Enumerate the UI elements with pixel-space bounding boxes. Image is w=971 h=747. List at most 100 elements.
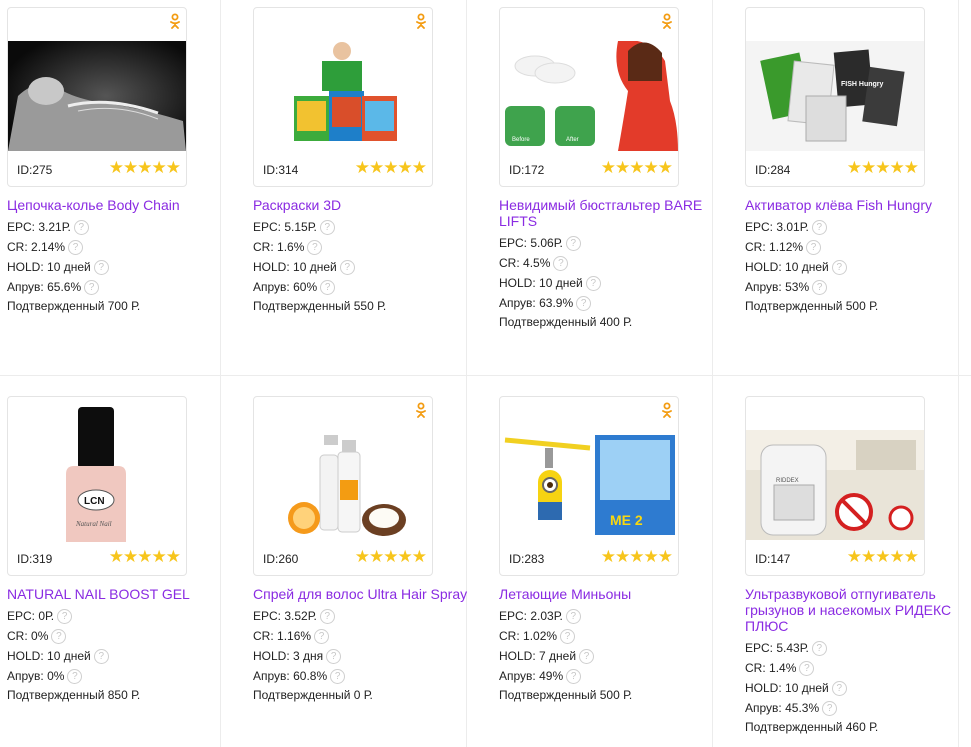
- offer-thumbnail[interactable]: LCN Natural Nail ID:319 ★★★★★: [7, 396, 187, 576]
- help-icon[interactable]: ?: [553, 255, 569, 271]
- help-icon[interactable]: ?: [799, 660, 815, 676]
- confirmed-label: Подтвержденный: [745, 720, 843, 734]
- help-icon[interactable]: ?: [314, 628, 330, 644]
- help-icon[interactable]: ?: [585, 275, 601, 291]
- offer-card[interactable]: RIDDEX ID:147 ★★★★★ Ультразвуковой отпуг…: [745, 396, 971, 736]
- odnoklassniki-icon[interactable]: [169, 13, 181, 29]
- approve-value: 65.6%: [47, 280, 82, 294]
- rating-stars: ★★★★★: [108, 547, 181, 566]
- approve-value: 45.3%: [785, 701, 820, 715]
- confirmed-value: 0 Р.: [353, 688, 373, 702]
- offer-card[interactable]: LCN Natural Nail ID:319 ★★★★★ NATURAL NA…: [7, 396, 247, 704]
- help-icon[interactable]: ?: [330, 668, 346, 684]
- offer-thumbnail[interactable]: Before After ID:172 ★★★★★: [499, 7, 679, 187]
- svg-text:Before: Before: [512, 137, 530, 143]
- help-icon[interactable]: ?: [319, 219, 335, 235]
- rating-stars: ★★★★★: [108, 158, 181, 177]
- offer-title-link[interactable]: Активатор клёва Fish Hungry: [745, 197, 965, 213]
- help-icon[interactable]: ?: [93, 648, 109, 664]
- epc-value: 5.15Р.: [284, 220, 317, 234]
- hold-label: HOLD:: [499, 649, 536, 663]
- offer-thumbnail[interactable]: ME 2 ID:283 ★★★★★: [499, 396, 679, 576]
- hold-label: HOLD:: [745, 260, 782, 274]
- offer-thumbnail[interactable]: ID:275 ★★★★★: [7, 7, 187, 187]
- odnoklassniki-icon[interactable]: [661, 402, 673, 418]
- offer-title-link[interactable]: Спрей для волос Ultra Hair Spray: [253, 586, 473, 602]
- svg-text:LCN: LCN: [84, 496, 105, 507]
- help-icon[interactable]: ?: [822, 700, 838, 716]
- approve-label: Апрув:: [499, 296, 536, 310]
- offer-thumbnail[interactable]: RIDDEX ID:147 ★★★★★: [745, 396, 925, 576]
- help-icon[interactable]: ?: [812, 279, 828, 295]
- epc-value: 5.06Р.: [530, 236, 563, 250]
- offer-card[interactable]: FISH Hungry ID:284 ★★★★★ Активатор клёва…: [745, 7, 971, 315]
- help-icon[interactable]: ?: [73, 219, 89, 235]
- help-icon[interactable]: ?: [51, 628, 67, 644]
- offer-thumbnail[interactable]: ID:260 ★★★★★: [253, 396, 433, 576]
- help-icon[interactable]: ?: [320, 279, 336, 295]
- cr-value: 1.4%: [769, 661, 797, 675]
- approve-label: Апрув:: [745, 701, 782, 715]
- offer-thumbnail[interactable]: FISH Hungry ID:284 ★★★★★: [745, 7, 925, 187]
- hold-value: 10 дней: [785, 681, 829, 695]
- confirmed-value: 550 Р.: [353, 299, 387, 313]
- approve-value: 60.8%: [293, 669, 328, 683]
- help-icon[interactable]: ?: [68, 239, 84, 255]
- approve-label: Апрув:: [745, 280, 782, 294]
- help-icon[interactable]: ?: [565, 235, 581, 251]
- cr-value: 1.12%: [769, 240, 804, 254]
- offer-card[interactable]: Before After ID:172 ★★★★★ Невидимый бюст…: [499, 7, 739, 331]
- offer-stats: EPC: 5.43Р.? CR: 1.4%? HOLD: 10 дней? Ап…: [745, 638, 971, 736]
- offer-id: ID:314: [263, 163, 299, 177]
- rating-stars: ★★★★★: [354, 158, 427, 177]
- help-icon[interactable]: ?: [579, 648, 595, 664]
- odnoklassniki-icon[interactable]: [661, 13, 673, 29]
- cr-value: 1.02%: [523, 629, 558, 643]
- riddex-repeller-photo: RIDDEX: [746, 430, 924, 540]
- offer-title-link[interactable]: NATURAL NAIL BOOST GEL: [7, 586, 227, 602]
- help-icon[interactable]: ?: [84, 279, 100, 295]
- help-icon[interactable]: ?: [811, 219, 827, 235]
- row-divider: [0, 375, 971, 376]
- offer-card[interactable]: ID:260 ★★★★★ Спрей для волос Ultra Hair …: [253, 396, 493, 704]
- approve-label: Апрув:: [253, 669, 290, 683]
- offer-title-link[interactable]: Раскраски 3D: [253, 197, 473, 213]
- offer-thumbnail[interactable]: ID:314 ★★★★★: [253, 7, 433, 187]
- help-icon[interactable]: ?: [831, 680, 847, 696]
- confirmed-label: Подтвержденный: [499, 315, 597, 329]
- confirmed-label: Подтвержденный: [499, 688, 597, 702]
- cr-value: 2.14%: [31, 240, 66, 254]
- offer-title-link[interactable]: Цепочка-колье Body Chain: [7, 197, 227, 213]
- offer-card[interactable]: ID:314 ★★★★★ Раскраски 3D EPC: 5.15Р.? C…: [253, 7, 493, 315]
- help-icon[interactable]: ?: [576, 295, 592, 311]
- help-icon[interactable]: ?: [339, 259, 355, 275]
- help-icon[interactable]: ?: [307, 239, 323, 255]
- offer-card[interactable]: ME 2 ID:283 ★★★★★ Летающие Миньоны EPC: …: [499, 396, 739, 704]
- cr-label: CR:: [7, 629, 28, 643]
- help-icon[interactable]: ?: [67, 668, 83, 684]
- help-icon[interactable]: ?: [57, 608, 73, 624]
- help-icon[interactable]: ?: [560, 628, 576, 644]
- offer-title-link[interactable]: Летающие Миньоны: [499, 586, 719, 602]
- help-icon[interactable]: ?: [93, 259, 109, 275]
- offer-id: ID:283: [509, 552, 545, 566]
- help-icon[interactable]: ?: [831, 259, 847, 275]
- cr-value: 1.6%: [277, 240, 305, 254]
- odnoklassniki-icon[interactable]: [415, 13, 427, 29]
- offer-title-link[interactable]: Невидимый бюстгальтер BARE LIFTS: [499, 197, 719, 229]
- offer-card[interactable]: ID:275 ★★★★★ Цепочка-колье Body Chain EP…: [7, 7, 247, 315]
- help-icon[interactable]: ?: [319, 608, 335, 624]
- help-icon[interactable]: ?: [811, 640, 827, 656]
- hold-value: 10 дней: [785, 260, 829, 274]
- help-icon[interactable]: ?: [566, 668, 582, 684]
- hold-value: 10 дней: [293, 260, 337, 274]
- epc-value: 0Р.: [38, 609, 55, 623]
- help-icon[interactable]: ?: [806, 239, 822, 255]
- help-icon[interactable]: ?: [565, 608, 581, 624]
- approve-label: Апрув:: [253, 280, 290, 294]
- odnoklassniki-icon[interactable]: [415, 402, 427, 418]
- help-icon[interactable]: ?: [326, 648, 342, 664]
- offer-stats: EPC: 3.52Р.? CR: 1.16%? HOLD: 3 дня? Апр…: [253, 606, 493, 704]
- offer-title-link[interactable]: Ультразвуковой отпугиватель грызунов и н…: [745, 586, 965, 634]
- woman-bw-photo: [8, 41, 186, 151]
